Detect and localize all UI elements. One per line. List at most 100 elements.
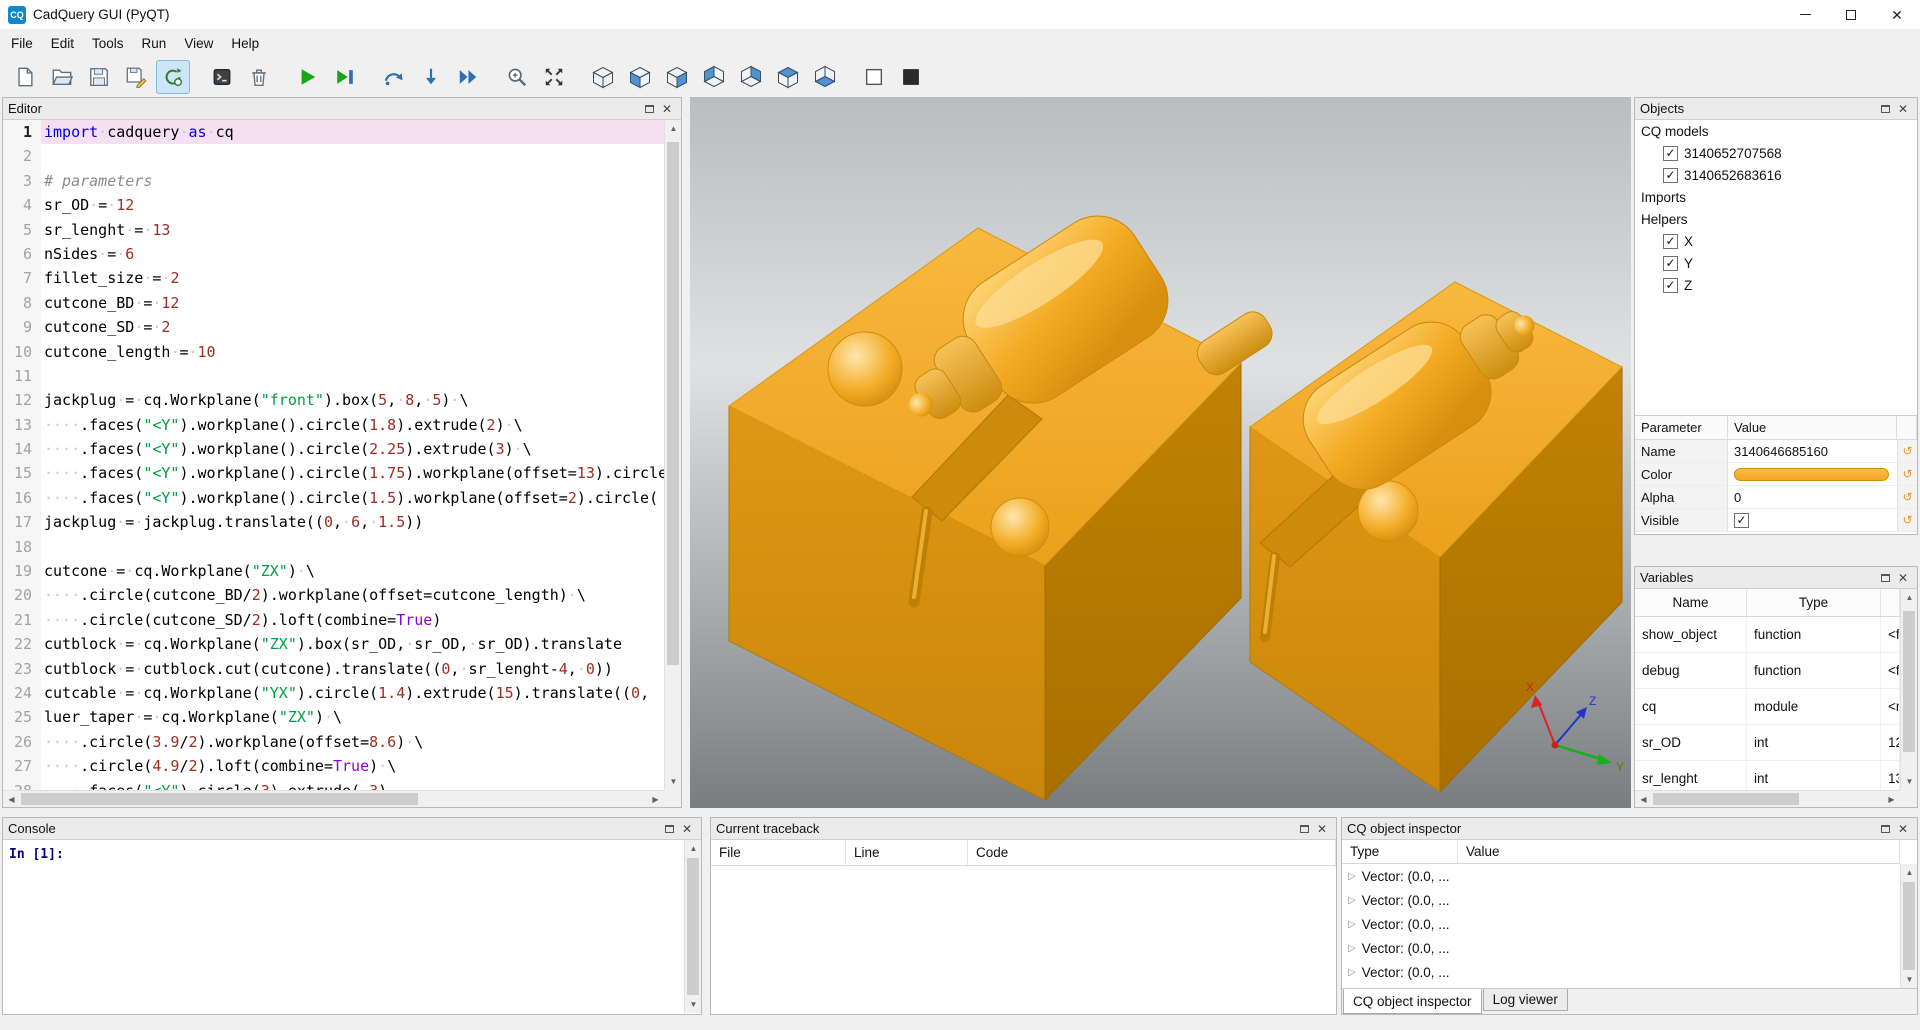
tree-item-helpers[interactable]: Helpers: [1635, 208, 1917, 230]
tree-item-3140652683616[interactable]: ✓3140652683616: [1635, 164, 1917, 186]
view-right-button[interactable]: [734, 60, 768, 94]
close-panel-button[interactable]: ✕: [678, 821, 696, 837]
close-panel-button[interactable]: ✕: [658, 101, 676, 117]
scrollbar-thumb[interactable]: [667, 142, 679, 665]
scrollbar-thumb[interactable]: [1903, 882, 1915, 970]
tree-item-y[interactable]: ✓Y: [1635, 252, 1917, 274]
editor-line[interactable]: 13····.faces("<Y").workplane().circle(1.…: [3, 413, 664, 437]
3d-viewport[interactable]: X Z Y: [690, 97, 1631, 808]
scrollbar-thumb[interactable]: [21, 793, 418, 805]
scroll-left-icon[interactable]: ◀: [3, 791, 20, 808]
scrollbar-thumb[interactable]: [1653, 793, 1799, 805]
expand-arrow-icon[interactable]: ▷: [1348, 871, 1356, 882]
float-panel-button[interactable]: [1876, 101, 1894, 117]
inspector-row[interactable]: ▷Vector: (0.0, ...: [1342, 888, 1900, 912]
close-panel-button[interactable]: ✕: [1894, 821, 1912, 837]
save-button[interactable]: [82, 60, 116, 94]
editor-line[interactable]: 10cutcone_length·=·10: [3, 340, 664, 364]
editor-line[interactable]: 20····.circle(cutcone_BD/2).workplane(of…: [3, 583, 664, 607]
tree-item-3140652707568[interactable]: ✓3140652707568: [1635, 142, 1917, 164]
continue-button[interactable]: [451, 60, 485, 94]
expand-arrow-icon[interactable]: ▷: [1348, 919, 1356, 930]
color-swatch[interactable]: [1734, 468, 1889, 481]
reset-button[interactable]: ↺: [1897, 509, 1917, 531]
checkbox[interactable]: ✓: [1663, 256, 1678, 271]
step-into-button[interactable]: [414, 60, 448, 94]
3d-scene[interactable]: X Z Y: [690, 97, 1631, 808]
property-value[interactable]: [1728, 463, 1897, 485]
code-editor[interactable]: 1import·cadquery·as·cq23# parameters4sr_…: [3, 120, 664, 790]
property-value[interactable]: 0: [1728, 486, 1897, 508]
minimize-button[interactable]: [1782, 0, 1828, 29]
variables-horizontal-scrollbar[interactable]: ◀ ▶: [1635, 790, 1900, 807]
checkbox[interactable]: ✓: [1663, 168, 1678, 183]
editor-line[interactable]: 16····.faces("<Y").workplane().circle(1.…: [3, 486, 664, 510]
float-panel-button[interactable]: [1876, 570, 1894, 586]
editor-line[interactable]: 19cutcone·=·cq.Workplane("ZX")·\: [3, 559, 664, 583]
expand-arrow-icon[interactable]: ▷: [1348, 967, 1356, 978]
property-value[interactable]: 3140646685160: [1728, 440, 1897, 462]
variable-row-debug[interactable]: debugfunction<f: [1635, 653, 1900, 689]
autoreload-button[interactable]: [156, 60, 190, 94]
variables-panel-header[interactable]: Variables ✕: [1635, 567, 1917, 589]
shaded-button[interactable]: [894, 60, 928, 94]
menu-help[interactable]: Help: [222, 32, 268, 55]
view-bottom-button[interactable]: [808, 60, 842, 94]
variable-row-cq[interactable]: cqmodule<m: [1635, 689, 1900, 725]
step-button[interactable]: [377, 60, 411, 94]
new-file-button[interactable]: [8, 60, 42, 94]
menu-file[interactable]: File: [2, 32, 42, 55]
tree-item-x[interactable]: ✓X: [1635, 230, 1917, 252]
inspector-panel-header[interactable]: CQ object inspector ✕: [1342, 818, 1917, 840]
float-panel-button[interactable]: [660, 821, 678, 837]
reset-button[interactable]: ↺: [1897, 486, 1917, 508]
objects-panel-header[interactable]: Objects ✕: [1635, 98, 1917, 120]
editor-line[interactable]: 3# parameters: [3, 169, 664, 193]
editor-line[interactable]: 15····.faces("<Y").workplane().circle(1.…: [3, 461, 664, 485]
maximize-button[interactable]: [1828, 0, 1874, 29]
view-back-button[interactable]: [660, 60, 694, 94]
tree-item-z[interactable]: ✓Z: [1635, 274, 1917, 296]
inspector-row[interactable]: ▷Vector: (0.0, ...: [1342, 864, 1900, 888]
editor-line[interactable]: 22cutblock·=·cq.Workplane("ZX").box(sr_O…: [3, 632, 664, 656]
delete-button[interactable]: [242, 60, 276, 94]
variable-row-sr_od[interactable]: sr_ODint12: [1635, 725, 1900, 761]
console-vertical-scrollbar[interactable]: ▲ ▼: [684, 840, 701, 1013]
variable-row-sr_lenght[interactable]: sr_lenghtint13: [1635, 761, 1900, 790]
tab-log-viewer[interactable]: Log viewer: [1483, 989, 1568, 1011]
checkbox[interactable]: ✓: [1663, 234, 1678, 249]
menu-view[interactable]: View: [175, 32, 222, 55]
property-value[interactable]: ✓: [1728, 509, 1897, 531]
scroll-right-icon[interactable]: ▶: [1883, 791, 1900, 808]
menu-run[interactable]: Run: [133, 32, 176, 55]
expand-arrow-icon[interactable]: ▷: [1348, 895, 1356, 906]
fit-all-button[interactable]: [537, 60, 571, 94]
menu-tools[interactable]: Tools: [83, 32, 133, 55]
scroll-right-icon[interactable]: ▶: [647, 791, 664, 808]
scroll-down-icon[interactable]: ▼: [1901, 773, 1918, 790]
console-output[interactable]: In [1]:: [3, 840, 684, 1013]
view-left-button[interactable]: [697, 60, 731, 94]
checkbox[interactable]: ✓: [1663, 278, 1678, 293]
inspector-row[interactable]: ▷Vector: (0.0, ...: [1342, 936, 1900, 960]
traceback-panel-header[interactable]: Current traceback ✕: [711, 818, 1336, 840]
console-panel-header[interactable]: Console ✕: [3, 818, 701, 840]
variable-row-show_object[interactable]: show_objectfunction<f: [1635, 617, 1900, 653]
float-panel-button[interactable]: [1876, 821, 1894, 837]
save-as-button[interactable]: [119, 60, 153, 94]
view-front-button[interactable]: [623, 60, 657, 94]
editor-line[interactable]: 26····.circle(3.9/2).workplane(offset=8.…: [3, 730, 664, 754]
float-panel-button[interactable]: [640, 101, 658, 117]
editor-line[interactable]: 9cutcone_SD·=·2: [3, 315, 664, 339]
view-iso-button[interactable]: [586, 60, 620, 94]
scrollbar-thumb[interactable]: [687, 858, 699, 995]
scroll-up-icon[interactable]: ▲: [1901, 589, 1918, 606]
editor-line[interactable]: 7fillet_size·=·2: [3, 266, 664, 290]
scroll-left-icon[interactable]: ◀: [1635, 791, 1652, 808]
editor-line[interactable]: 28····.faces("<Y").circle(3).extrude(-3): [3, 779, 664, 790]
expand-arrow-icon[interactable]: ▷: [1348, 943, 1356, 954]
tree-item-cq-models[interactable]: CQ models: [1635, 120, 1917, 142]
tree-item-imports[interactable]: Imports: [1635, 186, 1917, 208]
inspector-row[interactable]: ▷Vector: (0.0, ...: [1342, 960, 1900, 984]
inspector-row[interactable]: ▷Vector: (0.0, ...: [1342, 912, 1900, 936]
